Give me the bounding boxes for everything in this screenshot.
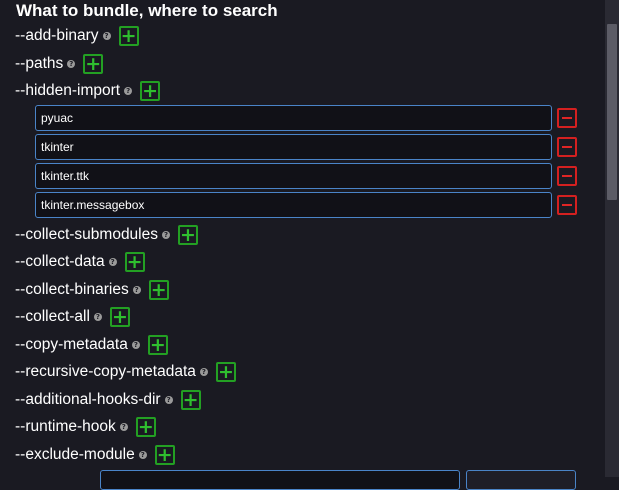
- help-icon[interactable]: ?: [102, 32, 111, 40]
- option-label: --add-binary: [15, 27, 99, 44]
- option-collect-all: --collect-all ? +: [15, 306, 130, 328]
- option-hidden-import: --hidden-import ? +: [15, 80, 161, 102]
- option-copy-metadata: --copy-metadata ? +: [15, 334, 168, 356]
- help-icon[interactable]: ?: [199, 368, 208, 376]
- collect-binaries-add-button[interactable]: +: [148, 280, 169, 300]
- remove-entry-button[interactable]: [557, 166, 577, 186]
- option-label: --copy-metadata: [15, 336, 128, 353]
- scrollbar-thumb[interactable]: [607, 24, 617, 200]
- recursive-copy-metadata-add-button[interactable]: +: [215, 362, 236, 382]
- help-icon[interactable]: ?: [162, 231, 170, 239]
- help-icon[interactable]: ?: [138, 451, 147, 459]
- help-icon[interactable]: ?: [93, 313, 102, 321]
- hidden-import-input[interactable]: [35, 105, 552, 131]
- option-collect-binaries: --collect-binaries ? +: [15, 279, 169, 301]
- option-recursive-copy-metadata: --recursive-copy-metadata ? +: [15, 361, 236, 383]
- option-label: --collect-all: [15, 308, 90, 325]
- remove-entry-button[interactable]: [557, 137, 577, 157]
- exclude-module-add-button[interactable]: +: [154, 445, 175, 465]
- help-icon[interactable]: ?: [132, 286, 141, 294]
- additional-hooks-dir-add-button[interactable]: +: [180, 390, 201, 410]
- option-label: --collect-data: [15, 253, 105, 270]
- option-label: --hidden-import: [15, 82, 121, 99]
- option-runtime-hook: --runtime-hook ? +: [15, 416, 156, 438]
- hidden-import-add-button[interactable]: +: [140, 81, 161, 101]
- option-collect-submodules: --collect-submodules ? +: [15, 224, 198, 246]
- help-icon[interactable]: ?: [108, 258, 117, 266]
- remove-entry-button[interactable]: [557, 195, 577, 215]
- cutoff-button[interactable]: [466, 470, 576, 490]
- option-label: --collect-binaries: [15, 281, 129, 298]
- cutoff-input[interactable]: [100, 470, 460, 490]
- help-icon[interactable]: ?: [131, 341, 140, 349]
- option-collect-data: --collect-data ? +: [15, 251, 145, 273]
- option-label: --collect-submodules: [15, 226, 158, 243]
- paths-add-button[interactable]: +: [83, 54, 104, 74]
- hidden-import-input[interactable]: [35, 163, 552, 189]
- copy-metadata-add-button[interactable]: +: [147, 335, 168, 355]
- option-additional-hooks-dir: --additional-hooks-dir ? +: [15, 389, 201, 411]
- remove-entry-button[interactable]: [557, 108, 577, 128]
- option-label: --additional-hooks-dir: [15, 391, 161, 408]
- collect-all-add-button[interactable]: +: [109, 307, 130, 327]
- add-binary-add-button[interactable]: +: [118, 26, 139, 46]
- collect-data-add-button[interactable]: +: [124, 252, 145, 272]
- hidden-import-input[interactable]: [35, 134, 552, 160]
- help-icon[interactable]: ?: [119, 423, 128, 431]
- section-title: What to bundle, where to search: [16, 1, 278, 20]
- option-label: --recursive-copy-metadata: [15, 363, 196, 380]
- option-exclude-module: --exclude-module ? +: [15, 444, 175, 466]
- collect-submodules-add-button[interactable]: +: [178, 225, 198, 245]
- minus-icon: [562, 175, 572, 177]
- help-icon[interactable]: ?: [164, 396, 173, 404]
- help-icon[interactable]: ?: [67, 60, 76, 68]
- help-icon[interactable]: ?: [124, 87, 133, 95]
- option-paths: --paths ? +: [15, 53, 104, 75]
- option-label: --exclude-module: [15, 446, 135, 463]
- hidden-import-input[interactable]: [35, 192, 552, 218]
- minus-icon: [562, 117, 572, 119]
- minus-icon: [562, 146, 572, 148]
- option-add-binary: --add-binary ? +: [15, 25, 139, 47]
- minus-icon: [562, 204, 572, 206]
- vertical-scrollbar[interactable]: [605, 0, 619, 477]
- option-label: --paths: [15, 55, 64, 72]
- runtime-hook-add-button[interactable]: +: [135, 417, 156, 437]
- option-label: --runtime-hook: [15, 418, 116, 435]
